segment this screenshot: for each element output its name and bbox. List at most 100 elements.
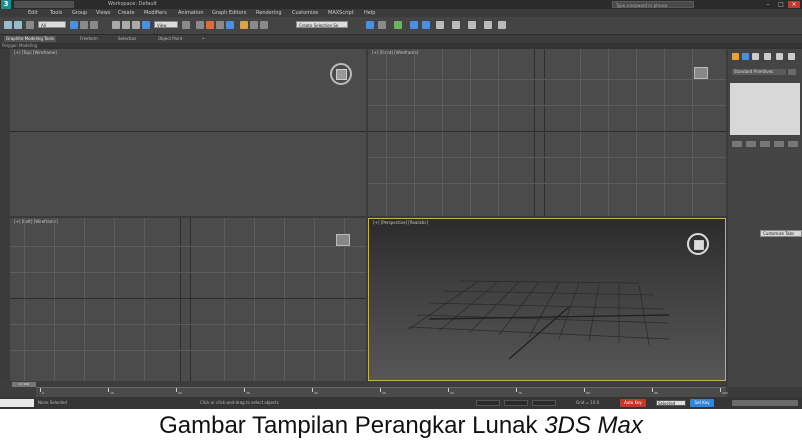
search-input[interactable]: Type a keyword or phrase: [612, 1, 694, 8]
minimize-button[interactable]: –: [762, 1, 774, 8]
tab-graphite-modeling-tools[interactable]: Graphite Modeling Tools: [4, 36, 57, 42]
make-unique-icon[interactable]: [760, 141, 770, 147]
menu-edit[interactable]: Edit: [28, 9, 38, 17]
grid-line: [254, 218, 255, 381]
angle-snap-icon[interactable]: [206, 21, 214, 29]
create-tab-icon[interactable]: [732, 53, 739, 60]
modify-tab-icon[interactable]: [742, 53, 749, 60]
viewport-left[interactable]: [+] [Left] [Wireframe]: [10, 218, 366, 381]
title-bar: 3 Workspace: Default Type a keyword or p…: [0, 0, 802, 9]
align-icon[interactable]: [260, 21, 268, 29]
timeline-tick-label: 10: [110, 391, 114, 395]
render-production-icon[interactable]: [436, 21, 444, 29]
tab-selection[interactable]: Selection: [116, 36, 138, 42]
grid-line: [470, 49, 471, 216]
select-manipulate-icon[interactable]: [142, 21, 150, 29]
app-logo-icon[interactable]: 3: [1, 0, 11, 9]
curve-editor-icon[interactable]: [366, 21, 374, 29]
menu-help[interactable]: Help: [364, 9, 375, 17]
show-end-result-icon[interactable]: [746, 141, 756, 147]
menu-maxscript[interactable]: MAXScript: [328, 9, 354, 17]
selection-filter-dropdown[interactable]: All: [38, 21, 66, 28]
dropdown-arrow-icon[interactable]: [788, 69, 796, 75]
menu-tools[interactable]: Tools: [50, 9, 62, 17]
tab-object-paint[interactable]: Object Paint: [156, 36, 184, 42]
grid-line: [498, 49, 499, 216]
move-icon[interactable]: [112, 21, 120, 29]
key-mode-dropdown[interactable]: Selected: [656, 400, 686, 406]
menu-group[interactable]: Group: [72, 9, 87, 17]
render-iterative-icon[interactable]: [452, 21, 460, 29]
menu-modifiers[interactable]: Modifiers: [144, 9, 167, 17]
viewport-front-label[interactable]: [+] [Front] [Wireframe]: [372, 50, 418, 55]
timeline-tick: [176, 388, 177, 392]
spinner-snap-icon[interactable]: [226, 21, 234, 29]
close-button[interactable]: ×: [788, 1, 800, 8]
track-bar[interactable]: 0 10 20 30 40 50 60 70 80 90 100: [36, 387, 728, 397]
render-frame-window-icon[interactable]: [422, 21, 430, 29]
edit-named-selection-icon[interactable]: [240, 21, 248, 29]
material-editor-icon[interactable]: [394, 21, 402, 29]
select-object-icon[interactable]: [70, 21, 78, 29]
utilities-tab-icon[interactable]: [788, 53, 795, 60]
activeshade-icon[interactable]: [468, 21, 476, 29]
viewport-top-label[interactable]: [+] [Top] [Wireframe]: [14, 50, 57, 55]
coord-z-field[interactable]: [532, 400, 556, 406]
menu-rendering[interactable]: Rendering: [256, 9, 282, 17]
auto-key-button[interactable]: Auto Key: [620, 399, 646, 407]
timeline-tick-label: 40: [314, 391, 318, 395]
viewcube-top[interactable]: [330, 63, 352, 85]
viewport-perspective[interactable]: [+] [Perspective] [Realistic]: [368, 218, 726, 381]
viewcube-front-icon[interactable]: [694, 67, 708, 79]
link-icon[interactable]: [26, 21, 34, 29]
menu-animation[interactable]: Animation: [178, 9, 204, 17]
snap-toggle-icon[interactable]: [196, 21, 204, 29]
menu-customize[interactable]: Customize: [292, 9, 318, 17]
reference-coordinate-dropdown[interactable]: View: [154, 21, 178, 28]
remove-modifier-icon[interactable]: [774, 141, 784, 147]
redo-icon[interactable]: [14, 21, 22, 29]
schematic-view-icon[interactable]: [378, 21, 386, 29]
render-setup-icon[interactable]: [410, 21, 418, 29]
viewport-left-label[interactable]: [+] [Left] [Wireframe]: [14, 219, 58, 224]
viewport-front[interactable]: [+] [Front] [Wireframe]: [368, 49, 726, 216]
undo-icon[interactable]: [4, 21, 12, 29]
percent-snap-icon[interactable]: [216, 21, 224, 29]
toolbar-extra-icon[interactable]: [498, 21, 506, 29]
grid-line: [10, 272, 366, 273]
pivot-icon[interactable]: [182, 21, 190, 29]
set-key-button[interactable]: Set Key: [690, 399, 714, 407]
menu-graph-editors[interactable]: Graph Editors: [212, 9, 246, 17]
coord-y-field[interactable]: [504, 400, 528, 406]
time-slider-handle[interactable]: 0 / 100: [12, 382, 36, 387]
configure-sets-icon[interactable]: [788, 141, 798, 147]
viewport-top[interactable]: [+] [Top] [Wireframe]: [10, 49, 366, 216]
rotate-icon[interactable]: [122, 21, 130, 29]
object-type-dropdown[interactable]: Standard Primitives: [732, 69, 786, 75]
scale-icon[interactable]: [132, 21, 140, 29]
hierarchy-tab-icon[interactable]: [752, 53, 759, 60]
ribbon-toggle-button[interactable]: •: [200, 36, 206, 42]
mirror-icon[interactable]: [250, 21, 258, 29]
named-selection-dropdown[interactable]: Create Selection Se: [296, 21, 348, 28]
quick-access-icons[interactable]: [14, 1, 74, 8]
menu-views[interactable]: Views: [96, 9, 110, 17]
render-online-icon[interactable]: [484, 21, 492, 29]
viewcube-left-icon[interactable]: [336, 234, 350, 246]
coord-x-field[interactable]: [476, 400, 500, 406]
maximize-button[interactable]: □: [775, 1, 787, 8]
grid-axis-line: [180, 218, 181, 381]
display-tab-icon[interactable]: [776, 53, 783, 60]
viewcube-top-face-icon: [336, 69, 347, 80]
menu-create[interactable]: Create: [118, 9, 135, 17]
maxscript-listener-input[interactable]: [0, 399, 34, 407]
customize-tabs-button[interactable]: Customize Tabs: [760, 230, 802, 237]
playback-controls-icon[interactable]: [732, 400, 798, 406]
viewcube-perspective[interactable]: [687, 233, 709, 255]
region-select-icon[interactable]: [90, 21, 98, 29]
tab-freeform[interactable]: Freeform: [78, 36, 100, 42]
pin-stack-icon[interactable]: [732, 141, 742, 147]
modifier-stack-list[interactable]: [730, 83, 800, 135]
select-by-name-icon[interactable]: [80, 21, 88, 29]
motion-tab-icon[interactable]: [764, 53, 771, 60]
